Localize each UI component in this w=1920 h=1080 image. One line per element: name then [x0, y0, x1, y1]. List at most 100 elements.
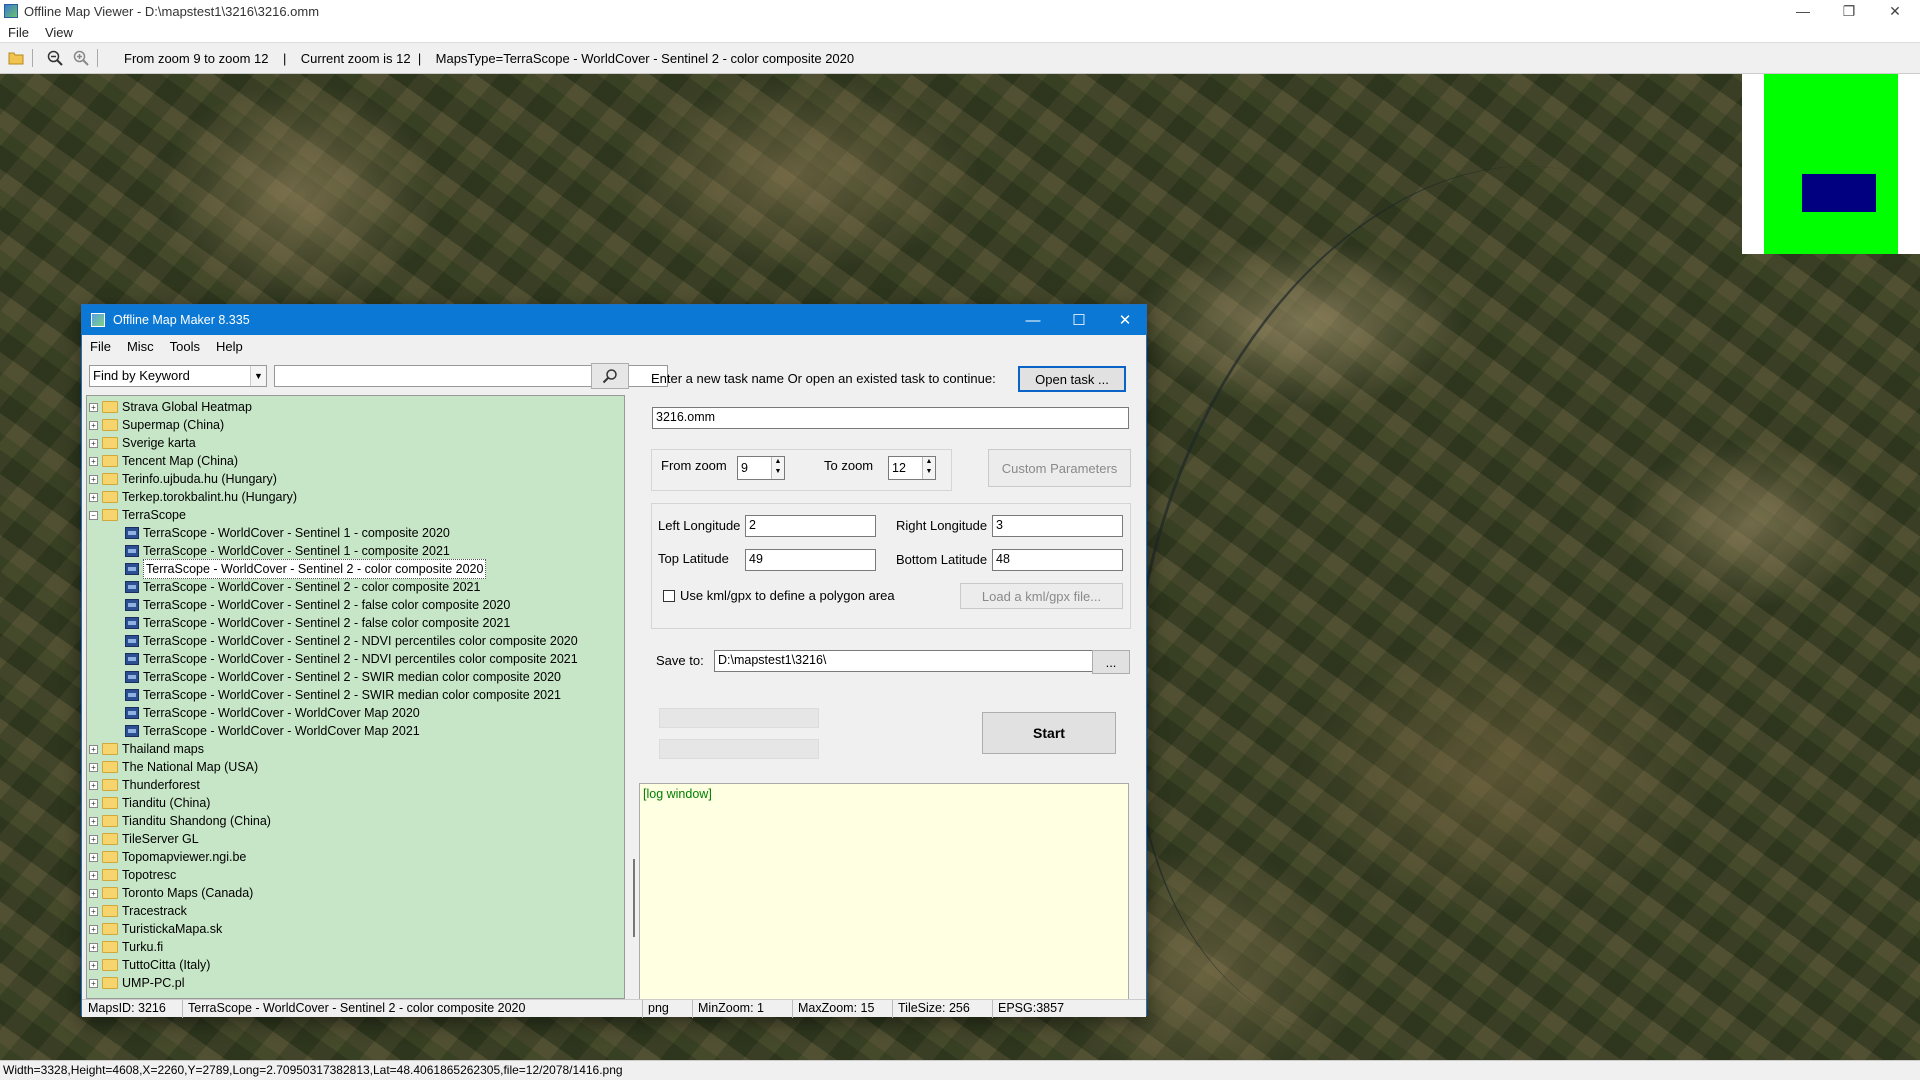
map-type-tree[interactable]: + Strava Global Heatmap + Supermap (China) +… [86, 395, 625, 999]
task-name-input[interactable]: 3216.omm [652, 407, 1129, 429]
expand-icon[interactable]: + [89, 816, 98, 826]
app-icon [4, 4, 18, 18]
tree-item[interactable]: + Terinfo.ujbuda.hu (Hungary) [89, 470, 277, 488]
chevron-down-icon[interactable]: ▼ [250, 366, 266, 386]
expand-icon[interactable]: + [89, 834, 98, 844]
left-longitude-input[interactable]: 2 [745, 515, 876, 537]
tree-item[interactable]: + Tencent Map (China) [89, 452, 238, 470]
dialog-menu-tools[interactable]: Tools [170, 339, 200, 354]
from-zoom-spin-arrows[interactable]: ▲ ▼ [771, 457, 784, 479]
collapse-icon[interactable]: − [89, 510, 98, 520]
minimap-viewport[interactable] [1802, 174, 1876, 212]
tree-item[interactable]: TerraScope - WorldCover - Sentinel 2 - c… [125, 559, 487, 579]
tree-item[interactable]: TerraScope - WorldCover - Sentinel 2 - N… [125, 650, 578, 668]
tree-item[interactable]: TerraScope - WorldCover - Sentinel 2 - f… [125, 614, 510, 632]
tree-item-label: UMP-PC.pl [122, 976, 185, 990]
tree-item[interactable]: + Tianditu Shandong (China) [89, 812, 271, 830]
expand-icon[interactable]: + [89, 492, 98, 502]
tree-item[interactable]: TerraScope - WorldCover - Sentinel 2 - N… [125, 632, 578, 650]
expand-icon[interactable]: + [89, 870, 98, 880]
expand-icon[interactable]: + [89, 960, 98, 970]
tree-item[interactable]: TerraScope - WorldCover - Sentinel 1 - c… [125, 524, 450, 542]
tree-item[interactable]: + UMP-PC.pl [89, 974, 185, 992]
expand-icon[interactable]: + [89, 978, 98, 988]
tree-item[interactable]: + Sverige karta [89, 434, 196, 452]
expand-icon[interactable]: + [89, 888, 98, 898]
folder-open-icon[interactable] [6, 48, 26, 68]
zoom-out-icon[interactable] [45, 48, 65, 68]
tree-item[interactable]: − TerraScope [89, 506, 186, 524]
kml-polygon-checkbox[interactable] [663, 590, 675, 602]
tree-item[interactable]: + Supermap (China) [89, 416, 224, 434]
open-task-button[interactable]: Open task ... [1018, 366, 1126, 392]
dialog-maximize-button[interactable]: ☐ [1056, 305, 1102, 335]
start-button[interactable]: Start [982, 712, 1116, 754]
tree-item[interactable]: TerraScope - WorldCover - Sentinel 2 - c… [125, 578, 480, 596]
load-kml-button[interactable]: Load a kml/gpx file... [960, 583, 1123, 609]
minimize-button[interactable]: — [1780, 0, 1826, 22]
zoom-in-icon[interactable] [71, 48, 91, 68]
overview-minimap[interactable] [1742, 74, 1920, 254]
expand-icon[interactable]: + [89, 798, 98, 808]
to-zoom-spin-arrows[interactable]: ▲ ▼ [922, 457, 935, 479]
tree-item[interactable]: + TuristickaMapa.sk [89, 920, 222, 938]
expand-icon[interactable]: + [89, 924, 98, 934]
tree-scrollbar-thumb[interactable] [633, 859, 635, 937]
log-scrollbar[interactable] [1129, 783, 1143, 1001]
expand-icon[interactable]: + [89, 762, 98, 772]
tree-item[interactable]: + Topomapviewer.ngi.be [89, 848, 246, 866]
tree-item[interactable]: + The National Map (USA) [89, 758, 258, 776]
tree-item[interactable]: TerraScope - WorldCover - Sentinel 2 - S… [125, 686, 561, 704]
dialog-menu-file[interactable]: File [90, 339, 111, 354]
expand-icon[interactable]: + [89, 456, 98, 466]
tree-item[interactable]: + Thailand maps [89, 740, 204, 758]
search-button[interactable] [591, 363, 629, 389]
menu-file[interactable]: File [8, 25, 29, 40]
expand-icon[interactable]: + [89, 438, 98, 448]
close-button[interactable]: ✕ [1872, 0, 1918, 22]
folder-icon [102, 887, 118, 899]
top-latitude-input[interactable]: 49 [745, 549, 876, 571]
tree-item[interactable]: + Tianditu (China) [89, 794, 210, 812]
expand-icon[interactable]: + [89, 420, 98, 430]
expand-icon[interactable]: + [89, 852, 98, 862]
tree-item[interactable]: + Strava Global Heatmap [89, 398, 252, 416]
tree-item-label: Thunderforest [122, 778, 200, 792]
search-mode-select[interactable]: Find by Keyword ▼ [89, 365, 267, 387]
tree-item[interactable]: TerraScope - WorldCover - Sentinel 2 - f… [125, 596, 510, 614]
tree-item[interactable]: TerraScope - WorldCover - Sentinel 2 - S… [125, 668, 561, 686]
offline-map-maker-dialog: Offline Map Maker 8.335 — ☐ ✕ File Misc … [81, 304, 1148, 1018]
browse-button[interactable]: ... [1092, 650, 1130, 674]
expand-icon[interactable]: + [89, 906, 98, 916]
right-longitude-input[interactable]: 3 [992, 515, 1123, 537]
to-zoom-stepper[interactable]: 12 ▲ ▼ [888, 456, 936, 480]
bottom-latitude-input[interactable]: 48 [992, 549, 1123, 571]
dialog-minimize-button[interactable]: — [1010, 305, 1056, 335]
tree-item[interactable]: + Thunderforest [89, 776, 200, 794]
tree-item[interactable]: + Terkep.torokbalint.hu (Hungary) [89, 488, 297, 506]
tree-item[interactable]: TerraScope - WorldCover - WorldCover Map… [125, 704, 420, 722]
tree-item[interactable]: + TuttoCitta (Italy) [89, 956, 210, 974]
tree-item[interactable]: + TileServer GL [89, 830, 199, 848]
dialog-menu-misc[interactable]: Misc [127, 339, 154, 354]
dialog-menu-help[interactable]: Help [216, 339, 243, 354]
tree-item[interactable]: + Topotresc [89, 866, 176, 884]
log-window[interactable]: [log window] [639, 783, 1129, 1001]
menu-view[interactable]: View [45, 25, 73, 40]
from-zoom-stepper[interactable]: 9 ▲ ▼ [737, 456, 785, 480]
tree-item[interactable]: + Tracestrack [89, 902, 187, 920]
save-to-input[interactable]: D:\mapstest1\3216\ [714, 650, 1096, 672]
expand-icon[interactable]: + [89, 942, 98, 952]
expand-icon[interactable]: + [89, 780, 98, 790]
expand-icon[interactable]: + [89, 402, 98, 412]
dialog-close-button[interactable]: ✕ [1102, 305, 1148, 335]
expand-icon[interactable]: + [89, 474, 98, 484]
tree-item[interactable]: + Turku.fi [89, 938, 163, 956]
maximize-button[interactable]: ❐ [1826, 0, 1872, 22]
expand-icon[interactable]: + [89, 744, 98, 754]
tree-item[interactable]: TerraScope - WorldCover - Sentinel 1 - c… [125, 542, 450, 560]
custom-parameters-button[interactable]: Custom Parameters [988, 449, 1131, 487]
map-layer-icon [125, 671, 139, 683]
tree-item[interactable]: + Toronto Maps (Canada) [89, 884, 253, 902]
tree-item[interactable]: TerraScope - WorldCover - WorldCover Map… [125, 722, 420, 740]
